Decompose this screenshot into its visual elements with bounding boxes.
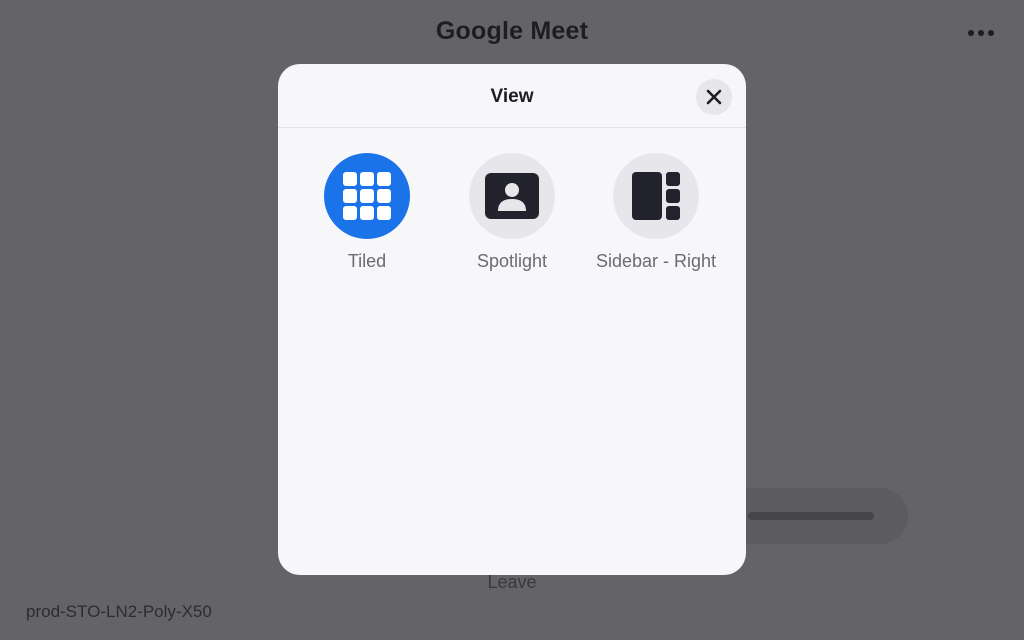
- view-option-tiled[interactable]: Tiled: [287, 153, 447, 272]
- dialog-title: View: [490, 86, 534, 107]
- view-option-label: Sidebar - Right: [595, 251, 717, 271]
- grid-icon: [343, 172, 391, 220]
- view-options: Tiled Spotlight Sidebar - Right: [278, 153, 746, 273]
- view-option-spotlight[interactable]: Spotlight: [432, 153, 592, 272]
- view-dialog: View Tiled Spotlight Sidebar - Right: [278, 64, 746, 575]
- view-option-tiled-circle: [324, 153, 410, 239]
- leave-button-label: Leave: [487, 572, 537, 592]
- more-options-button[interactable]: [961, 22, 1001, 44]
- dialog-header: View: [278, 64, 746, 128]
- app-title: Google Meet: [435, 17, 589, 45]
- device-name: prod-STO-LN2-Poly-X50: [26, 602, 212, 621]
- volume-slider-track: [748, 512, 874, 520]
- view-option-label: Tiled: [347, 251, 387, 271]
- more-horizontal-icon: [968, 30, 994, 36]
- close-icon: [706, 89, 722, 105]
- view-option-spotlight-circle: [469, 153, 555, 239]
- sidebar-right-icon: [632, 172, 680, 220]
- view-option-label: Spotlight: [476, 251, 548, 271]
- close-button[interactable]: [696, 79, 732, 115]
- view-option-sidebar-right[interactable]: Sidebar - Right: [576, 153, 736, 272]
- spotlight-person-icon: [485, 173, 539, 219]
- view-option-sidebar-right-circle: [613, 153, 699, 239]
